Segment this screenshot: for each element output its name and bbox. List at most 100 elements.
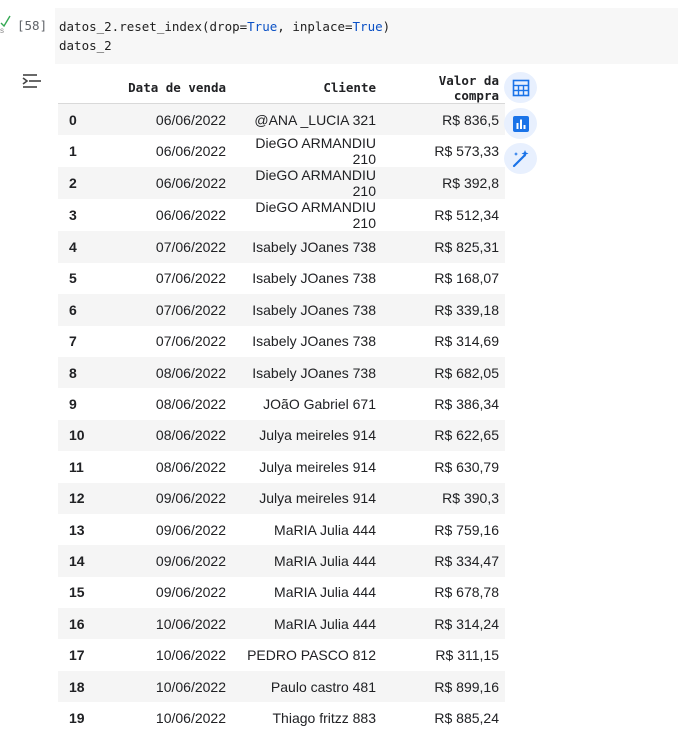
code-line: datos_2.reset_index(drop=True, inplace=T… — [59, 19, 391, 34]
row-index: 17 — [69, 647, 85, 664]
client-cell: Julya meireles 914 — [259, 458, 376, 475]
date-cell: 08/06/2022 — [94, 419, 232, 452]
table-icon — [512, 79, 529, 96]
table-row: 12 09/06/2022 Julya meireles 914 R$ 390,3 — [58, 482, 505, 514]
row-index: 8 — [58, 356, 94, 389]
client-cell: DieGO ARMANDIU 210 — [255, 199, 376, 232]
date-cell: 06/06/2022 — [155, 207, 226, 224]
date-cell: 06/06/2022 — [94, 103, 232, 136]
suggest-charts-button[interactable] — [504, 108, 537, 139]
client-cell: DieGO ARMANDIU 210 — [232, 167, 382, 200]
date-cell: 07/06/2022 — [155, 270, 226, 287]
table-row: 10 08/06/2022 Julya meireles 914 R$ 622,65 — [58, 419, 505, 452]
date-cell: 10/06/2022 — [155, 709, 226, 726]
date-cell: 10/06/2022 — [94, 670, 232, 703]
row-index: 3 — [69, 207, 77, 224]
value-cell: R$ 622,65 — [382, 419, 505, 452]
row-index: 11 — [69, 458, 84, 475]
value-cell: R$ 339,18 — [382, 294, 505, 326]
value-cell: R$ 759,16 — [434, 521, 499, 538]
value-cell: R$ 392,8 — [382, 167, 505, 200]
row-index: 4 — [58, 231, 94, 263]
date-cell: 09/06/2022 — [155, 521, 226, 538]
table-row: 0 06/06/2022 @ANA _LUCIA 321 R$ 836,5 — [58, 103, 505, 136]
execution-count[interactable]: [58] — [17, 18, 47, 33]
row-index: 14 — [58, 545, 94, 577]
table-row: 2 06/06/2022 DieGO ARMANDIU 210 R$ 392,8 — [58, 167, 505, 200]
table-row: 1 06/06/2022 DieGO ARMANDIU 210 R$ 573,33 — [58, 135, 505, 167]
table-row: 14 09/06/2022 MaRIA Julia 444 R$ 334,47 — [58, 545, 505, 577]
value-cell: R$ 314,24 — [382, 608, 505, 640]
table-row: 17 10/06/2022 PEDRO PASCO 812 R$ 311,15 — [58, 639, 505, 670]
column-header[interactable]: Data de venda — [94, 72, 232, 104]
value-cell: R$ 334,47 — [382, 545, 505, 577]
table-row: 15 09/06/2022 MaRIA Julia 444 R$ 678,78 — [58, 577, 505, 608]
client-cell: Isabely JOanes 738 — [232, 231, 382, 263]
code-line: datos_2 — [59, 38, 112, 53]
value-cell: R$ 885,24 — [434, 709, 499, 726]
client-cell: JOãO Gabriel 671 — [263, 396, 376, 413]
table-row: 16 10/06/2022 MaRIA Julia 444 R$ 314,24 — [58, 608, 505, 640]
bar-chart-icon — [512, 115, 529, 132]
row-index: 9 — [69, 396, 77, 413]
row-index: 5 — [69, 270, 77, 287]
row-index: 16 — [58, 608, 94, 640]
client-cell: Isabely JOanes 738 — [232, 356, 382, 389]
table-header-row: Data de venda Cliente Valor da compra — [58, 72, 505, 104]
client-cell: PEDRO PASCO 812 — [247, 647, 376, 664]
row-index: 12 — [58, 482, 94, 514]
execution-time: s — [0, 26, 4, 35]
generate-code-button[interactable] — [504, 143, 537, 174]
date-cell: 08/06/2022 — [155, 458, 226, 475]
client-cell: @ANA _LUCIA 321 — [232, 103, 382, 136]
output-collapse-icon — [22, 74, 41, 88]
code-cell[interactable]: datos_2.reset_index(drop=True, inplace=T… — [55, 8, 678, 64]
date-cell: 09/06/2022 — [94, 482, 232, 514]
client-cell: MaRIA Julia 444 — [232, 608, 382, 640]
value-cell: R$ 168,07 — [434, 270, 499, 287]
table-row: 4 07/06/2022 Isabely JOanes 738 R$ 825,31 — [58, 231, 505, 263]
date-cell: 10/06/2022 — [155, 647, 226, 664]
client-cell: Isabely JOanes 738 — [252, 333, 376, 350]
row-index: 0 — [58, 103, 94, 136]
row-index: 15 — [69, 584, 85, 601]
value-cell: R$ 314,69 — [434, 333, 499, 350]
value-cell: R$ 573,33 — [434, 143, 499, 160]
date-cell: 08/06/2022 — [155, 396, 226, 413]
client-cell: Paulo castro 481 — [232, 670, 382, 703]
output-toggle-button[interactable] — [21, 72, 43, 92]
index-header — [58, 72, 94, 104]
date-cell: 07/06/2022 — [94, 294, 232, 326]
client-cell: Isabely JOanes 738 — [252, 270, 376, 287]
date-cell: 07/06/2022 — [94, 231, 232, 263]
dataframe-table: Data de venda Cliente Valor da compra 00… — [58, 72, 505, 734]
date-cell: 08/06/2022 — [94, 356, 232, 389]
convert-to-table-button[interactable] — [504, 72, 537, 103]
client-cell: MaRIA Julia 444 — [274, 521, 376, 538]
table-row: 8 08/06/2022 Isabely JOanes 738 R$ 682,05 — [58, 356, 505, 389]
row-index: 18 — [58, 670, 94, 703]
row-index: 7 — [69, 333, 77, 350]
value-cell: R$ 836,5 — [382, 103, 505, 136]
value-cell: R$ 678,78 — [434, 584, 499, 601]
row-index: 19 — [69, 709, 85, 726]
date-cell: 07/06/2022 — [155, 333, 226, 350]
date-cell: 10/06/2022 — [94, 608, 232, 640]
client-cell: Isabely JOanes 738 — [232, 294, 382, 326]
table-row: 3 06/06/2022 DieGO ARMANDIU 210 R$ 512,34 — [58, 199, 505, 231]
table-row: 5 07/06/2022 Isabely JOanes 738 R$ 168,07 — [58, 263, 505, 294]
column-header[interactable]: Valor da compra — [382, 72, 505, 104]
column-header[interactable]: Cliente — [232, 72, 382, 104]
value-cell: R$ 311,15 — [435, 647, 499, 664]
row-index: 13 — [69, 521, 85, 538]
date-cell: 06/06/2022 — [94, 167, 232, 200]
value-cell: R$ 390,3 — [382, 482, 505, 514]
value-cell: R$ 899,16 — [382, 670, 505, 703]
client-cell: MaRIA Julia 444 — [274, 584, 376, 601]
row-index: 2 — [58, 167, 94, 200]
table-row: 13 09/06/2022 MaRIA Julia 444 R$ 759,16 — [58, 514, 505, 545]
table-row: 18 10/06/2022 Paulo castro 481 R$ 899,16 — [58, 670, 505, 703]
value-cell: R$ 512,34 — [434, 207, 499, 224]
table-row: 6 07/06/2022 Isabely JOanes 738 R$ 339,18 — [58, 294, 505, 326]
date-cell: 09/06/2022 — [155, 584, 226, 601]
